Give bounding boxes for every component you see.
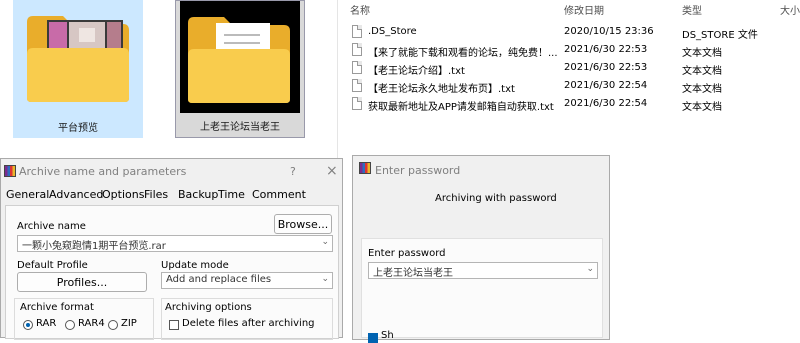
- file-row[interactable]: 【来了就能下载和观看的论坛，纯免费！... 2021/6/30 22:53 文本…: [338, 41, 800, 59]
- enter-password-label: Enter password: [368, 248, 446, 259]
- file-icon: [352, 97, 362, 110]
- radio-rar[interactable]: [23, 320, 33, 330]
- profiles-button[interactable]: Profiles...: [17, 272, 147, 292]
- column-header-type[interactable]: 类型: [682, 2, 702, 17]
- file-modified: 2021/6/30 22:53: [564, 62, 648, 73]
- tab-comment[interactable]: Comment: [252, 188, 306, 201]
- default-profile-label: Default Profile: [17, 260, 88, 271]
- chevron-down-icon: ⌄: [321, 274, 329, 284]
- tab-time[interactable]: Time: [218, 188, 245, 201]
- chevron-down-icon: ⌄: [586, 264, 594, 274]
- password-dialog-titlebar[interactable]: Enter password: [353, 156, 609, 182]
- archive-dialog-tabs: General Advanced Options Files Backup Ti…: [1, 185, 342, 205]
- file-name: 【来了就能下载和观看的论坛，纯免费！...: [368, 48, 558, 59]
- update-mode-label: Update mode: [161, 260, 229, 271]
- column-header-name[interactable]: 名称: [350, 2, 370, 17]
- password-dialog: Enter password Archiving with password E…: [352, 155, 610, 343]
- column-header-size[interactable]: 大小: [780, 2, 800, 17]
- file-name: 【老王论坛永久地址发布页】.txt: [368, 84, 515, 95]
- archive-dialog-title: Archive name and parameters: [19, 165, 187, 178]
- update-mode-value: Add and replace files: [166, 274, 272, 285]
- archive-dialog: Archive name and parameters ? × General …: [0, 158, 343, 340]
- file-type: 文本文档: [682, 84, 722, 95]
- help-button[interactable]: ?: [290, 165, 296, 178]
- close-button[interactable]: ×: [326, 163, 338, 179]
- file-icon: [352, 43, 362, 56]
- delete-files-label: Delete files after archiving: [182, 318, 315, 329]
- folder-icon: [27, 16, 129, 102]
- file-row[interactable]: 【老王论坛永久地址发布页】.txt 2021/6/30 22:54 文本文档: [338, 77, 800, 95]
- file-modified: 2021/6/30 22:53: [564, 44, 648, 55]
- file-type: DS_STORE 文件: [682, 30, 758, 41]
- archive-name-input[interactable]: 一颗小兔窥跑情1期平台预览.rar ⌄: [17, 235, 333, 252]
- password-dialog-title: Enter password: [375, 164, 461, 177]
- chevron-down-icon: ⌄: [321, 237, 329, 247]
- password-panel: Enter password 上老王论坛当老王 ⌄ Sh: [361, 238, 603, 343]
- archive-name-label: Archive name: [17, 221, 86, 232]
- winrar-icon: [359, 162, 371, 174]
- winrar-icon: [4, 165, 16, 177]
- file-row[interactable]: .DS_Store 2020/10/15 23:36 DS_STORE 文件: [338, 23, 800, 41]
- file-icon: [352, 79, 362, 92]
- archive-format-label: Archive format: [20, 302, 94, 313]
- tab-options[interactable]: Options: [102, 188, 144, 201]
- radio-zip[interactable]: [108, 320, 118, 330]
- column-header-modified[interactable]: 修改日期: [564, 2, 604, 17]
- show-password-label: Sh: [381, 330, 394, 341]
- file-row[interactable]: 获取最新地址及APP请发邮箱自动获取.txt 2021/6/30 22:54 文…: [338, 95, 800, 113]
- file-type: 文本文档: [682, 48, 722, 59]
- radio-rar-label: RAR: [36, 318, 57, 329]
- password-dialog-heading: Archiving with password: [435, 193, 557, 204]
- radio-rar4[interactable]: [65, 320, 75, 330]
- password-input[interactable]: 上老王论坛当老王 ⌄: [368, 262, 598, 279]
- browse-button[interactable]: Browse...: [274, 214, 332, 234]
- folder-label: 上老王论坛当老王: [200, 122, 280, 133]
- file-icon: [352, 61, 362, 74]
- file-name: 获取最新地址及APP请发邮箱自动获取.txt: [368, 102, 554, 113]
- explorer-large-icons-pane: 平台预览 上老王论坛当老王: [0, 0, 337, 160]
- password-value: 上老王论坛当老王: [373, 268, 453, 279]
- delete-files-checkbox[interactable]: [169, 320, 179, 330]
- tab-backup[interactable]: Backup: [178, 188, 218, 201]
- file-modified: 2020/10/15 23:36: [564, 26, 654, 37]
- update-mode-select[interactable]: Add and replace files ⌄: [161, 272, 333, 289]
- file-name: 【老王论坛介绍】.txt: [368, 66, 465, 77]
- file-modified: 2021/6/30 22:54: [564, 98, 648, 109]
- tab-advanced[interactable]: Advanced: [49, 188, 103, 201]
- general-tab-panel: Archive name Browse... 一颗小兔窥跑情1期平台预览.rar…: [5, 205, 339, 340]
- file-type: 文本文档: [682, 102, 722, 113]
- file-name: .DS_Store: [368, 26, 417, 37]
- folder-icon: [188, 17, 290, 103]
- explorer-details-pane: 名称 修改日期 类型 大小 .DS_Store 2020/10/15 23:36…: [337, 0, 800, 160]
- tab-files[interactable]: Files: [144, 188, 168, 201]
- folder-label: 平台预览: [58, 123, 98, 134]
- archive-name-value: 一颗小兔窥跑情1期平台预览.rar: [22, 241, 166, 252]
- radio-rar4-label: RAR4: [78, 318, 105, 329]
- file-modified: 2021/6/30 22:54: [564, 80, 648, 91]
- file-icon: [352, 25, 362, 38]
- file-row[interactable]: 【老王论坛介绍】.txt 2021/6/30 22:53 文本文档: [338, 59, 800, 77]
- folder-tile-selected[interactable]: 上老王论坛当老王: [175, 0, 305, 138]
- radio-zip-label: ZIP: [121, 318, 137, 329]
- folder-tile-preview[interactable]: 平台预览: [13, 0, 143, 138]
- tab-general[interactable]: General: [6, 188, 49, 201]
- file-type: 文本文档: [682, 66, 722, 77]
- archive-dialog-titlebar[interactable]: Archive name and parameters ? ×: [1, 159, 342, 185]
- archiving-options-label: Archiving options: [165, 302, 252, 313]
